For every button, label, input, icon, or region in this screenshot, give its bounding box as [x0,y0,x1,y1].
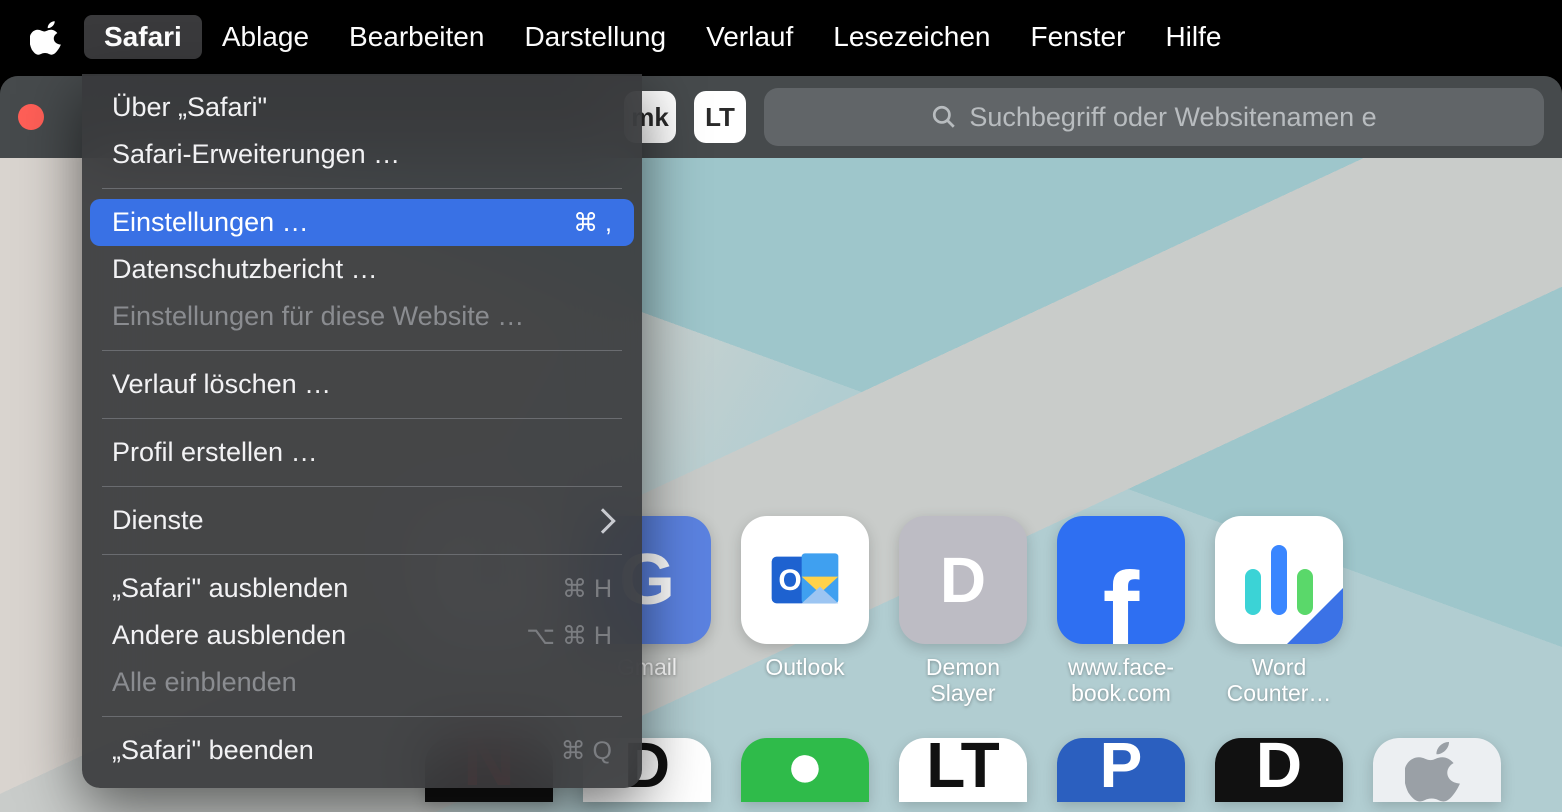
menu-item[interactable]: „Safari" ausblenden ⌘ H [90,565,634,612]
menu-item-label: Dienste [112,505,204,536]
menubar-item-lesezeichen[interactable]: Lesezeichen [813,15,1010,59]
favorite-icon: D [1215,738,1343,802]
favorite-tile[interactable]: LT [899,738,1027,802]
favorite-icon: LT [899,738,1027,802]
menu-separator [102,350,622,351]
window-close-button[interactable] [18,104,44,130]
menu-item-shortcut: ⌘ Q [561,736,612,766]
menubar-item-darstellung[interactable]: Darstellung [504,15,686,59]
menubar-item-hilfe[interactable]: Hilfe [1145,15,1241,59]
chevron-right-icon [590,508,615,533]
favorite-icon: f [1057,516,1185,644]
menu-item: Einstellungen für diese Website … [90,293,634,340]
favorite-tile[interactable] [1373,738,1501,802]
favorite-icon: D [899,516,1027,644]
favorite-tile[interactable]: D [1215,738,1343,802]
favorite-tile[interactable]: f www.face-book.com [1057,516,1185,707]
menu-item[interactable]: Dienste [90,497,634,544]
menu-item[interactable]: Safari-Erweiterungen … [90,131,634,178]
favorite-tile[interactable]: Word Counter… [1215,516,1343,707]
menu-item-shortcut: ⌘ , [573,208,612,238]
menu-separator [102,554,622,555]
menu-item-shortcut: ⌥ ⌘ H [526,621,612,651]
favorite-icon [1373,738,1501,802]
menu-item-shortcut: ⌘ H [562,574,612,604]
menu-item-label: Einstellungen für diese Website … [112,301,524,332]
favorite-tile[interactable]: ● [741,738,869,802]
menu-item-label: Profil erstellen … [112,437,318,468]
menu-item-label: Safari-Erweiterungen … [112,139,400,170]
menu-item[interactable]: „Safari" beenden ⌘ Q [90,727,634,774]
menu-item-label: Andere ausblenden [112,620,346,651]
outlook-icon: O [765,540,845,620]
menu-item: Alle einblenden [90,659,634,706]
menubar: SafariAblageBearbeitenDarstellungVerlauf… [0,0,1562,74]
menu-separator [102,716,622,717]
menu-item-label: Verlauf löschen … [112,369,331,400]
menu-separator [102,188,622,189]
menu-item-label: „Safari" ausblenden [112,573,348,604]
favorite-label: Word Counter… [1215,654,1343,707]
menu-item-label: Alle einblenden [112,667,297,698]
favorite-label: Outlook [765,654,844,680]
wordcounter-icon [1245,545,1313,615]
menu-item[interactable]: Verlauf löschen … [90,361,634,408]
menubar-item-safari[interactable]: Safari [84,15,202,59]
address-search-bar[interactable]: Suchbegriff oder Websitenamen e [764,88,1544,146]
apple-icon [1405,738,1469,802]
apple-logo-icon[interactable] [30,19,66,55]
menu-item-label: Datenschutzbericht … [112,254,378,285]
menu-item-label: Einstellungen … [112,207,309,238]
favorite-icon: O [741,516,869,644]
favorite-icon [1215,516,1343,644]
favorite-icon: P [1057,738,1185,802]
menu-item[interactable]: Datenschutzbericht … [90,246,634,293]
menubar-item-verlauf[interactable]: Verlauf [686,15,813,59]
search-icon [931,104,957,130]
menu-item-label: „Safari" beenden [112,735,314,766]
menu-item[interactable]: Über „Safari" [90,84,634,131]
menu-separator [102,486,622,487]
menu-item[interactable]: Profil erstellen … [90,429,634,476]
safari-menu-dropdown: Über „Safari" Safari-Erweiterungen … Einst… [82,74,642,788]
favorite-tile[interactable]: P [1057,738,1185,802]
menu-separator [102,418,622,419]
window-controls [18,104,58,130]
extension-button-lt[interactable]: LT [694,91,746,143]
menubar-item-ablage[interactable]: Ablage [202,15,329,59]
favorite-tile[interactable]: D Demon Slayer [899,516,1027,707]
menubar-item-fenster[interactable]: Fenster [1011,15,1146,59]
favorite-label: www.face-book.com [1057,654,1185,707]
search-placeholder: Suchbegriff oder Websitenamen e [969,102,1376,133]
favorite-icon: ● [741,738,869,802]
favorite-label: Demon Slayer [899,654,1027,707]
menu-item-label: Über „Safari" [112,92,267,123]
menu-item[interactable]: Einstellungen … ⌘ , [90,199,634,246]
svg-text:O: O [778,564,801,597]
menubar-item-bearbeiten[interactable]: Bearbeiten [329,15,504,59]
menu-item[interactable]: Andere ausblenden ⌥ ⌘ H [90,612,634,659]
favorite-tile[interactable]: O Outlook [741,516,869,707]
